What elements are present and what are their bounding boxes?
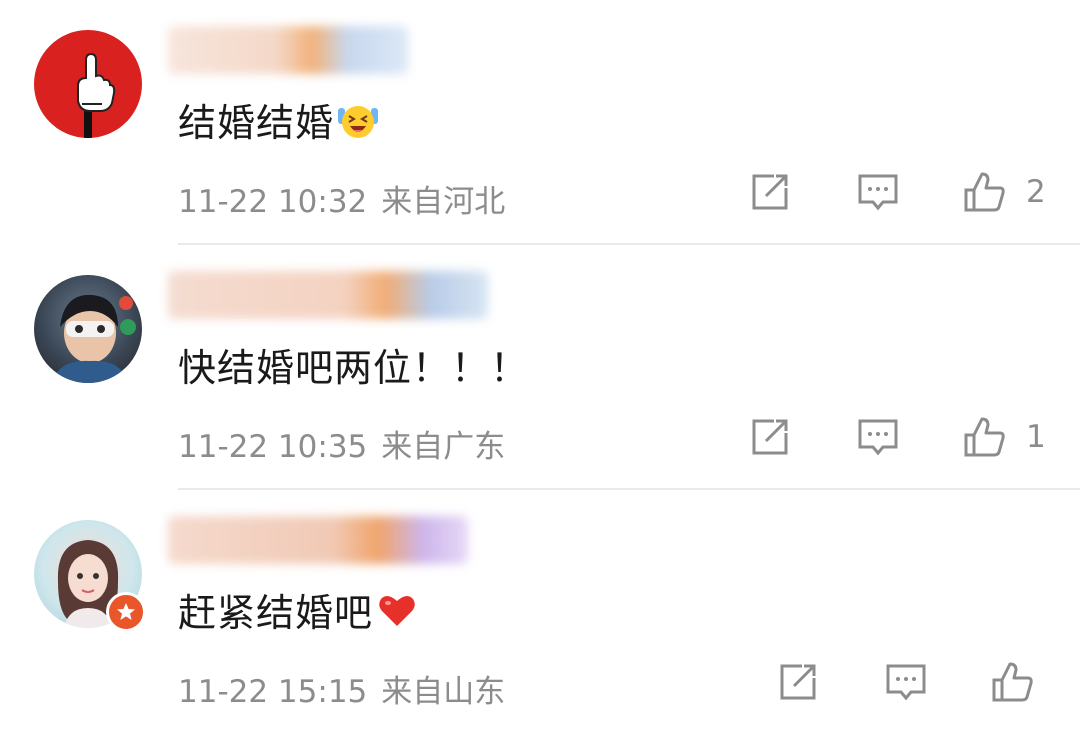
comment-icon	[858, 419, 898, 456]
repost-button[interactable]	[776, 660, 824, 708]
comment-actions	[0, 660, 1080, 708]
comment-actions: 2	[0, 170, 1080, 218]
user-photo-avatar-icon	[52, 294, 136, 383]
comment-item: 快结婚吧两位！！！ 11-22 10:35 来自广东 1	[0, 245, 1080, 490]
comment-icon	[858, 174, 898, 211]
repost-icon	[752, 419, 788, 455]
username-blurred[interactable]	[168, 271, 488, 319]
like-button[interactable]	[990, 660, 1038, 708]
repost-icon	[780, 664, 816, 700]
comment-icon	[886, 664, 926, 701]
like-count: 1	[1026, 419, 1046, 455]
like-icon	[992, 662, 1033, 702]
like-button[interactable]	[962, 415, 1010, 463]
comment-text: 赶紧结婚吧	[178, 582, 417, 637]
comment-text: 结婚结婚	[178, 92, 379, 147]
comment-text: 快结婚吧两位！！！	[178, 337, 529, 392]
like-icon	[964, 172, 1005, 212]
like-count: 2	[1026, 174, 1046, 210]
repost-button[interactable]	[748, 170, 796, 218]
comment-button[interactable]	[856, 170, 904, 218]
laughing-crying-face-icon	[338, 105, 379, 138]
comment-text-content: 赶紧结婚吧	[178, 591, 374, 635]
username-blurred[interactable]	[168, 516, 468, 564]
comment-item: 结婚结婚 11-22 10:32 来自河北 2	[0, 0, 1080, 245]
avatar[interactable]	[34, 275, 142, 383]
comment-item: 赶紧结婚吧 11-22 15:15 来自山东	[0, 490, 1080, 735]
comment-button[interactable]	[884, 660, 932, 708]
pointing-hand-avatar-icon	[77, 52, 116, 138]
like-button[interactable]	[962, 170, 1010, 218]
avatar[interactable]	[34, 30, 142, 138]
comment-actions: 1	[0, 415, 1080, 463]
username-blurred[interactable]	[168, 26, 408, 74]
comment-button[interactable]	[856, 415, 904, 463]
star-badge-icon	[117, 603, 135, 620]
like-icon	[964, 417, 1005, 457]
verified-badge	[106, 592, 146, 632]
repost-icon	[752, 174, 788, 210]
comment-text-content: 快结婚吧两位！！！	[178, 346, 530, 390]
comment-text-content: 结婚结婚	[178, 101, 335, 145]
red-heart-icon	[379, 595, 415, 626]
repost-button[interactable]	[748, 415, 796, 463]
